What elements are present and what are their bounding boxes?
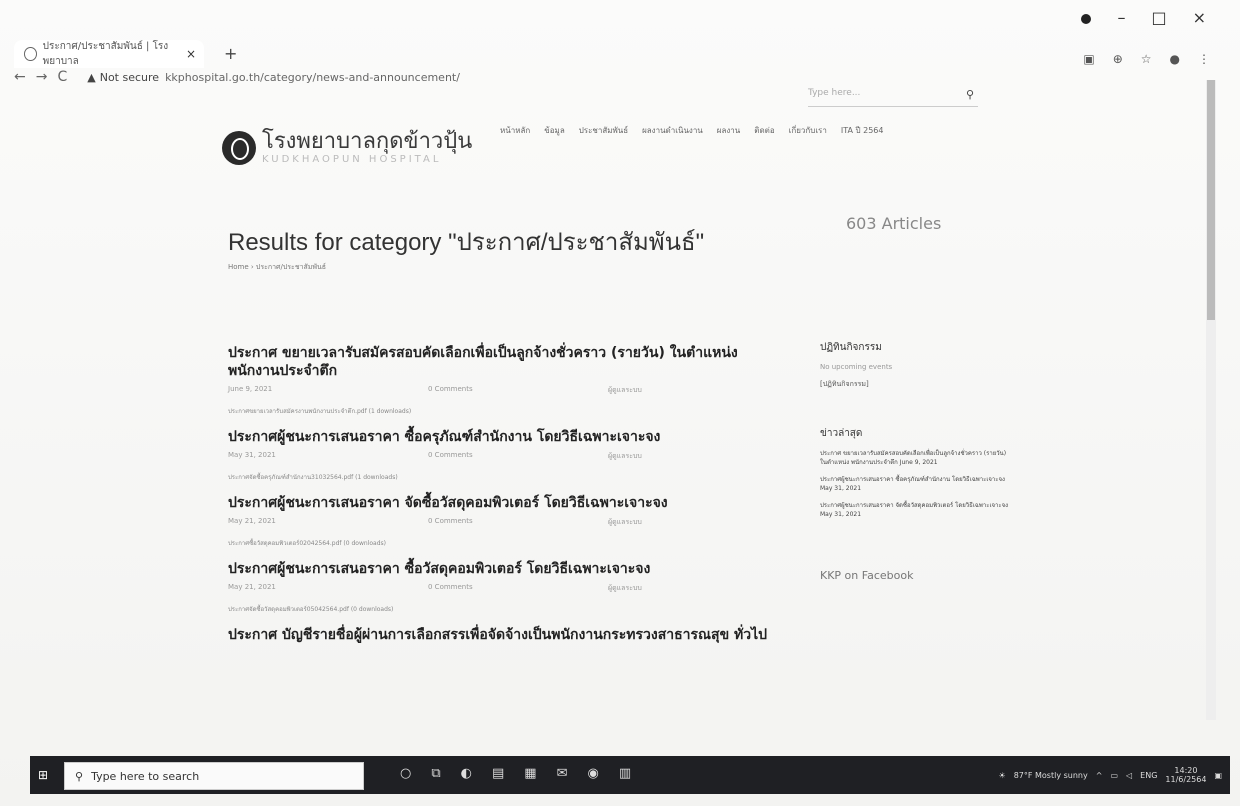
article-item: ประกาศผู้ชนะการเสนอราคา ซื้อครุภัณฑ์สำนั… xyxy=(228,428,788,482)
clock[interactable]: 14:20 11/6/2564 xyxy=(1165,766,1206,784)
article-item: ประกาศ ขยายเวลารับสมัครสอบคัดเลือกเพื่อเ… xyxy=(228,344,788,416)
forward-icon[interactable]: → xyxy=(36,69,48,85)
notification-icon[interactable]: ▣ xyxy=(1214,771,1222,780)
clock-time: 14:20 xyxy=(1174,766,1198,775)
search-icon: ⚲ xyxy=(75,769,84,783)
article-title[interactable]: ประกาศ ขยายเวลารับสมัครสอบคัดเลือกเพื่อเ… xyxy=(228,344,788,380)
site-search-input[interactable]: Type here... ⚲ xyxy=(808,88,978,107)
logo-text-th: โรงพยาบาลกุดข้าวปุ้น xyxy=(262,129,473,154)
article-title[interactable]: ประกาศ บัญชีรายชื่อผู้ผ่านการเลือกสรรเพื… xyxy=(228,626,788,644)
page-scrollbar[interactable] xyxy=(1206,80,1216,720)
article-comments[interactable]: 0 Comments xyxy=(428,385,608,396)
article-title[interactable]: ประกาศผู้ชนะการเสนอราคา จัดซื้อวัสดุคอมพ… xyxy=(228,494,788,512)
article-attachment[interactable]: ประกาศจัดซื้อวัสดุคอมพิวเตอร์05042564.pd… xyxy=(228,604,788,614)
maximize-icon[interactable]: □ xyxy=(1151,8,1166,27)
article-attachment[interactable]: ประกาศขยายเวลารับสมัครงานพนักงานประจำตึก… xyxy=(228,406,788,416)
network-icon[interactable]: ▭ xyxy=(1110,771,1118,780)
task-view-icon[interactable]: ⧉ xyxy=(431,766,440,781)
cortana-icon[interactable]: ○ xyxy=(400,766,411,781)
page-title: Results for category "ประกาศ/ประชาสัมพัน… xyxy=(228,229,705,256)
clock-date: 11/6/2564 xyxy=(1165,775,1207,784)
article-author[interactable]: ผู้ดูแลระบบ xyxy=(608,517,642,528)
profile-dot-icon[interactable] xyxy=(1081,14,1092,24)
app-icon[interactable]: ▥ xyxy=(619,766,631,781)
nav-item[interactable]: ITA ปี 2564 xyxy=(841,124,884,137)
article-comments[interactable]: 0 Comments xyxy=(428,517,608,528)
article-title[interactable]: ประกาศผู้ชนะการเสนอราคา ซื้อครุภัณฑ์สำนั… xyxy=(228,428,788,446)
main-nav: หน้าหลัก ข้อมูล ประชาสัมพันธ์ ผลงานดำเนิ… xyxy=(500,124,883,137)
article-author[interactable]: ผู้ดูแลระบบ xyxy=(608,385,642,396)
nav-item[interactable]: ผลงานดำเนินงาน xyxy=(642,124,703,137)
minimize-icon[interactable]: – xyxy=(1117,8,1125,27)
store-icon[interactable]: ▦ xyxy=(524,766,536,781)
app-icon[interactable]: ▤ xyxy=(492,766,504,781)
site-logo[interactable]: โรงพยาบาลกุดข้าวปุ้น KUDKHAOPUN HOSPITAL xyxy=(222,130,472,165)
nav-item[interactable]: ติดต่อ xyxy=(754,124,774,137)
app-icon[interactable]: ◉ xyxy=(587,766,598,781)
no-events-text: No upcoming events xyxy=(820,363,893,371)
article-attachment[interactable]: ประกาศจัดซื้อครุภัณฑ์สำนักงาน31032564.pd… xyxy=(228,472,788,482)
language-indicator[interactable]: ENG xyxy=(1140,771,1157,780)
article-author[interactable]: ผู้ดูแลระบบ xyxy=(608,451,642,462)
mail-icon[interactable]: ✉ xyxy=(557,766,568,781)
volume-icon[interactable]: ◁ xyxy=(1126,771,1132,780)
article-date: May 21, 2021 xyxy=(228,583,276,591)
new-tab-button[interactable]: + xyxy=(224,44,237,63)
edge-icon[interactable]: ◐ xyxy=(461,766,472,781)
article-date: June 9, 2021 xyxy=(228,385,273,393)
logo-emblem-icon xyxy=(222,130,256,165)
back-icon[interactable]: ← xyxy=(14,69,26,85)
article-author[interactable]: ผู้ดูแลระบบ xyxy=(608,583,642,594)
menu-dots-icon[interactable]: ⋮ xyxy=(1198,52,1210,66)
article-comments[interactable]: 0 Comments xyxy=(428,583,608,594)
nav-item[interactable]: ผลงาน xyxy=(717,124,740,137)
breadcrumb[interactable]: Home › ประกาศ/ประชาสัมพันธ์ xyxy=(228,262,326,273)
article-comments[interactable]: 0 Comments xyxy=(428,451,608,462)
tray-chevron-icon[interactable]: ^ xyxy=(1096,771,1103,780)
article-date: May 21, 2021 xyxy=(228,517,276,525)
news-item[interactable]: ประกาศ ขยายเวลารับสมัครสอบคัดเลือกเพื่อเ… xyxy=(820,449,1010,467)
weather-text[interactable]: 87°F Mostly sunny xyxy=(1014,771,1088,780)
url-text[interactable]: kkphospital.go.th/category/news-and-anno… xyxy=(165,71,460,84)
news-item[interactable]: ประกาศผู้ชนะการเสนอราคา ซื้อครุภัณฑ์สำนั… xyxy=(820,475,1010,493)
facebook-heading: KKP on Facebook xyxy=(820,569,914,582)
taskbar-search-placeholder: Type here to search xyxy=(91,769,200,783)
article-date: May 31, 2021 xyxy=(228,451,276,459)
tab-close-icon[interactable]: × xyxy=(186,47,196,61)
address-bar[interactable]: ← → C ▲ Not secure kkphospital.go.th/cat… xyxy=(14,62,1194,92)
reload-icon[interactable]: C xyxy=(57,69,67,85)
system-tray: ☀ 87°F Mostly sunny ^ ▭ ◁ ENG 14:20 11/6… xyxy=(999,766,1222,784)
events-link[interactable]: [ปฏิทินกิจกรรม] xyxy=(820,379,1010,390)
article-item: ประกาศผู้ชนะการเสนอราคา จัดซื้อวัสดุคอมพ… xyxy=(228,494,788,548)
window-controls: – □ × xyxy=(1081,8,1206,27)
nav-item[interactable]: เกี่ยวกับเรา xyxy=(789,124,827,137)
search-icon[interactable]: ⚲ xyxy=(966,88,974,101)
nav-item[interactable]: ข้อมูล xyxy=(544,124,564,137)
taskbar-apps: ○ ⧉ ◐ ▤ ▦ ✉ ◉ ▥ xyxy=(400,766,631,781)
close-window-icon[interactable]: × xyxy=(1193,8,1206,27)
article-list: ประกาศ ขยายเวลารับสมัครสอบคัดเลือกเพื่อเ… xyxy=(228,344,788,656)
logo-text-en: KUDKHAOPUN HOSPITAL xyxy=(262,154,442,165)
taskbar-search-input[interactable]: ⚲ Type here to search xyxy=(64,762,364,790)
taskbar: ⊞ ⚲ Type here to search ○ ⧉ ◐ ▤ ▦ ✉ ◉ ▥ … xyxy=(30,756,1230,794)
nav-item[interactable]: ประชาสัมพันธ์ xyxy=(579,124,628,137)
globe-icon xyxy=(24,47,37,61)
sidebar: ปฏิทินกิจกรรม No upcoming events [ปฏิทิน… xyxy=(820,340,1010,582)
windows-start-icon[interactable]: ⊞ xyxy=(38,768,52,782)
not-secure-label: Not secure xyxy=(99,70,160,84)
article-item: ประกาศผู้ชนะการเสนอราคา ซื้อวัสดุคอมพิวเ… xyxy=(228,560,788,614)
article-item: ประกาศ บัญชีรายชื่อผู้ผ่านการเลือกสรรเพื… xyxy=(228,626,788,644)
news-heading: ข่าวล่าสุด xyxy=(820,428,863,439)
weather-icon: ☀ xyxy=(998,770,1006,780)
events-heading: ปฏิทินกิจกรรม xyxy=(820,342,882,353)
article-attachment[interactable]: ประกาศซื้อวัสดุคอมพิวเตอร์02042564.pdf (… xyxy=(228,538,788,548)
article-title[interactable]: ประกาศผู้ชนะการเสนอราคา ซื้อวัสดุคอมพิวเ… xyxy=(228,560,788,578)
nav-item[interactable]: หน้าหลัก xyxy=(500,124,530,137)
screen: – □ × ประกาศ/ประชาสัมพันธ์ | โรงพยาบาล ×… xyxy=(0,0,1240,806)
scrollbar-thumb[interactable] xyxy=(1207,80,1215,320)
news-item[interactable]: ประกาศผู้ชนะการเสนอราคา จัดซื้อวัสดุคอมพ… xyxy=(820,501,1010,519)
articles-count: 603 Articles xyxy=(846,214,942,233)
warning-icon: ▲ xyxy=(87,70,96,84)
site-search-placeholder: Type here... xyxy=(808,88,861,98)
